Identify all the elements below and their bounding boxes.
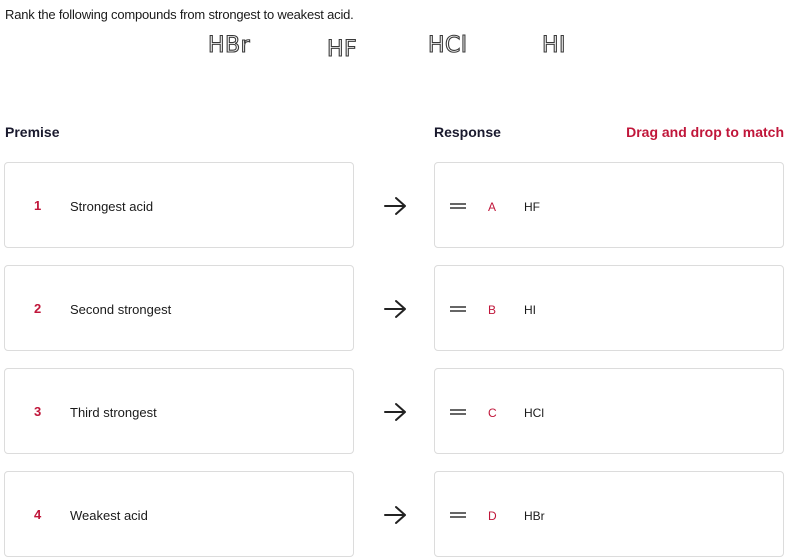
formula-hbr: HBr — [207, 32, 251, 58]
response-card-a[interactable]: A HF — [434, 162, 784, 248]
response-card-c[interactable]: C HCl — [434, 368, 784, 454]
question-text: Rank the following compounds from strong… — [5, 7, 354, 22]
premise-label: Strongest acid — [70, 199, 154, 214]
premise-number: 2 — [34, 301, 42, 316]
response-letter: D — [488, 509, 497, 523]
premise-card-4: 4 Weakest acid — [4, 471, 354, 557]
arrow-right-icon — [384, 506, 406, 524]
response-value: HF — [524, 200, 540, 214]
arrow-right-icon — [384, 300, 406, 318]
drag-handle-icon[interactable] — [450, 409, 466, 415]
premise-number: 3 — [34, 404, 42, 419]
arrow-right-icon — [384, 197, 406, 215]
formula-hcl: HCl — [427, 32, 468, 58]
response-value: HI — [524, 303, 536, 317]
response-letter: A — [488, 200, 497, 214]
premise-header: Premise — [5, 124, 60, 140]
response-header: Response — [434, 124, 501, 140]
drag-handle-icon[interactable] — [450, 306, 466, 312]
response-value: HBr — [524, 509, 545, 523]
premise-number: 1 — [34, 198, 42, 213]
response-card-b[interactable]: B HI — [434, 265, 784, 351]
premise-label: Weakest acid — [70, 508, 148, 523]
response-letter: B — [488, 303, 497, 317]
response-value: HCl — [524, 406, 544, 420]
arrow-right-icon — [384, 403, 406, 421]
premise-card-2: 2 Second strongest — [4, 265, 354, 351]
formula-hi: HI — [541, 32, 567, 58]
premise-label: Third strongest — [70, 405, 157, 420]
premise-card-3: 3 Third strongest — [4, 368, 354, 454]
drag-handle-icon[interactable] — [450, 512, 466, 518]
formula-hf: HF — [326, 36, 358, 62]
drag-instruction: Drag and drop to match — [626, 124, 784, 140]
response-letter: C — [488, 406, 497, 420]
premise-card-1: 1 Strongest acid — [4, 162, 354, 248]
drag-handle-icon[interactable] — [450, 203, 466, 209]
premise-label: Second strongest — [70, 302, 172, 317]
premise-number: 4 — [34, 507, 42, 522]
response-card-d[interactable]: D HBr — [434, 471, 784, 557]
